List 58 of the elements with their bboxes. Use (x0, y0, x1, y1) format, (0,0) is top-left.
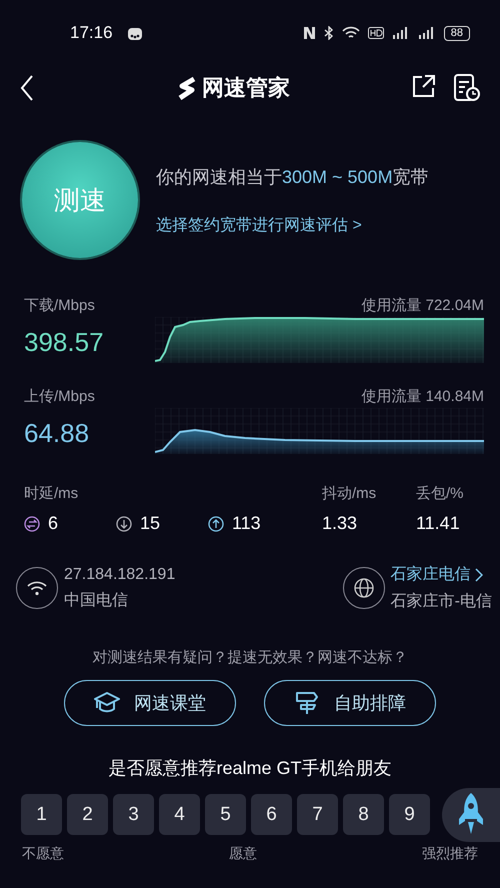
rating-button[interactable]: 3 (113, 794, 154, 835)
app-title: 网速管家 (202, 74, 290, 102)
rating-button[interactable]: 9 (389, 794, 430, 835)
packet-loss-label: 丢包/% (416, 484, 464, 503)
hd-icon (368, 27, 384, 39)
data-usage: 使用流量 140.84M (361, 387, 484, 406)
idle-latency-icon (24, 516, 40, 532)
rating-button[interactable]: 5 (205, 794, 246, 835)
signpost-icon (294, 690, 320, 716)
packet-loss-value: 11.41 (416, 513, 461, 534)
download-icon (116, 516, 132, 532)
share-icon[interactable] (412, 74, 436, 98)
rating-button[interactable]: 1 (21, 794, 62, 835)
signal-icon (392, 26, 410, 40)
speed-label: 下载/Mbps (24, 296, 96, 315)
globe-icon (352, 577, 375, 599)
speed-value: 398.57 (24, 327, 105, 358)
server-location: 石家庄市-电信 (390, 592, 492, 612)
upload-icon (208, 516, 224, 532)
jitter-label: 抖动/ms (322, 484, 378, 503)
scale-label: 愿意 (229, 845, 257, 863)
speed-summary: 你的网速相当于300M ~ 500M宽带 (156, 166, 429, 188)
latency-value: 15 (140, 513, 160, 534)
rating-button[interactable]: 2 (67, 794, 108, 835)
history-icon[interactable] (454, 74, 480, 102)
speed-label: 上传/Mbps (24, 387, 96, 406)
wifi-icon (342, 26, 360, 40)
status-time: 17:16 (70, 23, 113, 43)
latency-label: 时延/ms (24, 484, 80, 503)
latency-value: 113 (232, 513, 261, 534)
rating-button[interactable]: 8 (343, 794, 384, 835)
signal-icon (418, 26, 436, 40)
jitter-value: 1.33 (322, 513, 358, 534)
rating-button[interactable]: 4 (159, 794, 200, 835)
help-question: 对测速结果有疑问？提速无效果？网速不达标？ (92, 648, 408, 667)
broadband-link[interactable]: 选择签约宽带进行网速评估 > (156, 214, 429, 236)
carrier-name: 中国电信 (64, 590, 129, 610)
notification-icon (126, 25, 143, 41)
latency-value: 6 (48, 513, 58, 534)
nfc-icon (302, 26, 316, 40)
ip-address: 27.184.182.191 (64, 566, 176, 584)
survey-question: 是否愿意推荐realme GT手机给朋友 (107, 757, 393, 780)
chevron-icon (474, 568, 483, 582)
rating-button[interactable]: 7 (297, 794, 338, 835)
speed-value: 64.88 (24, 418, 90, 449)
logo-icon (176, 76, 198, 100)
data-usage: 使用流量 722.04M (361, 296, 484, 315)
battery-indicator: 88 (444, 26, 470, 40)
course-button[interactable]: 网速课堂 (64, 680, 236, 726)
bluetooth-icon (324, 26, 334, 40)
scale-label: 不愿意 (22, 845, 64, 863)
wifi-icon (27, 580, 47, 596)
rating-button[interactable]: 6 (251, 794, 292, 835)
server-link[interactable]: 石家庄电信 (390, 564, 492, 585)
floating-button[interactable] (442, 788, 500, 842)
scale-label: 强烈推荐 (422, 845, 478, 863)
troubleshoot-button[interactable]: 自助排障 (264, 680, 436, 726)
back-icon[interactable] (20, 75, 34, 101)
